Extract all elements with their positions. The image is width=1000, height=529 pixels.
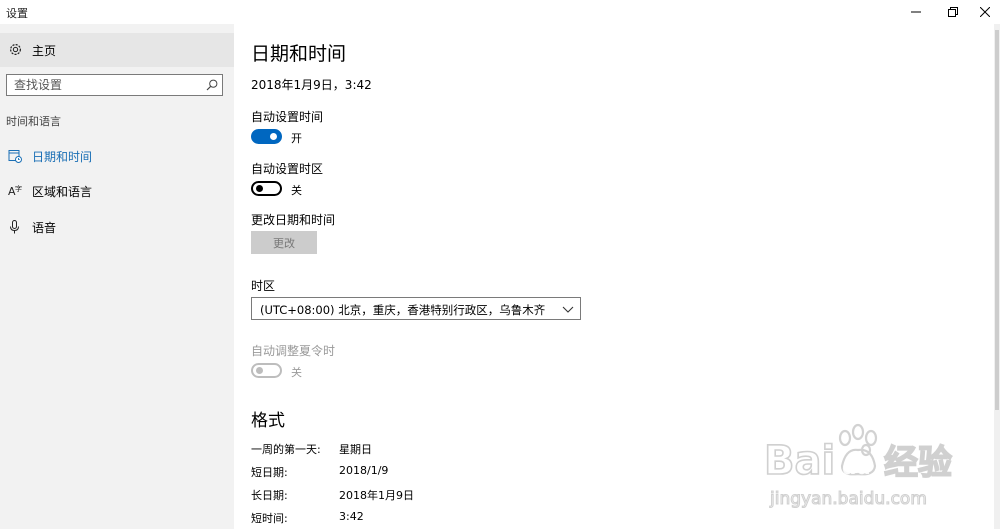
scrollbar-thumb[interactable] [995, 30, 999, 410]
minimize-icon [911, 11, 921, 13]
restore-icon [948, 7, 958, 17]
dst-state: 关 [291, 366, 302, 379]
format-value: 2018年1月9日 [339, 489, 414, 502]
format-key: 短日期: [251, 466, 288, 479]
format-value: 2018/1/9 [339, 464, 389, 477]
auto-time-state: 开 [291, 132, 302, 145]
language-icon: A 字 [8, 184, 22, 198]
format-key: 长日期: [251, 489, 288, 502]
format-key: 短时间: [251, 512, 288, 525]
format-key: 一周的第一天: [251, 443, 321, 456]
page-title: 日期和时间 [251, 43, 347, 65]
dst-label: 自动调整夏令时 [251, 344, 336, 358]
search-input[interactable] [7, 75, 204, 95]
section-label: 时间和语言 [6, 115, 61, 128]
sidebar-item-speech[interactable]: 语音 [0, 214, 234, 240]
timezone-label: 时区 [251, 279, 276, 293]
timezone-select[interactable]: (UTC+08:00) 北京，重庆，香港特别行政区，乌鲁木齐 [251, 297, 581, 320]
dst-toggle[interactable] [251, 363, 282, 378]
change-button[interactable]: 更改 [251, 231, 317, 254]
change-datetime-label: 更改日期和时间 [251, 213, 336, 227]
sidebar-item-label: 语音 [32, 221, 57, 235]
sidebar-item-date-time[interactable]: 日期和时间 [0, 143, 234, 169]
current-datetime: 2018年1月9日，3:42 [251, 78, 372, 92]
scrollbar[interactable] [994, 24, 1000, 529]
sidebar-item-region-language[interactable]: A 字 区域和语言 [0, 178, 234, 204]
svg-text:字: 字 [15, 184, 22, 193]
toggle-knob [256, 185, 263, 192]
title-bar: 设置 [0, 0, 1000, 24]
sidebar-item-label: 区域和语言 [32, 185, 93, 199]
format-value: 星期日 [339, 443, 372, 456]
search-icon[interactable] [206, 79, 218, 91]
close-button[interactable] [962, 0, 1000, 24]
gear-icon [10, 44, 21, 55]
close-icon [980, 7, 990, 17]
main-content: 日期和时间 2018年1月9日，3:42 自动设置时间 开 自动设置时区 关 更… [234, 24, 1000, 529]
auto-timezone-toggle[interactable] [251, 181, 282, 196]
sidebar-item-label: 日期和时间 [32, 150, 93, 164]
format-value: 3:42 [339, 510, 364, 523]
microphone-icon [10, 220, 19, 234]
home-button[interactable]: 主页 [0, 33, 234, 67]
auto-timezone-state: 关 [291, 184, 302, 197]
auto-timezone-label: 自动设置时区 [251, 162, 324, 176]
format-title: 格式 [251, 411, 285, 431]
auto-time-label: 自动设置时间 [251, 110, 324, 124]
toggle-knob [270, 133, 277, 140]
toggle-knob [256, 367, 263, 374]
chevron-down-icon [562, 306, 574, 313]
home-label: 主页 [32, 44, 57, 58]
sidebar: 主页 时间和语言 日期和时间 A 字 区域和语言 语音 [0, 24, 234, 529]
calendar-clock-icon [8, 150, 22, 163]
auto-time-toggle[interactable] [251, 129, 282, 144]
window-title: 设置 [6, 7, 28, 20]
search-box[interactable] [6, 74, 223, 96]
timezone-value: (UTC+08:00) 北京，重庆，香港特别行政区，乌鲁木齐 [260, 303, 546, 317]
